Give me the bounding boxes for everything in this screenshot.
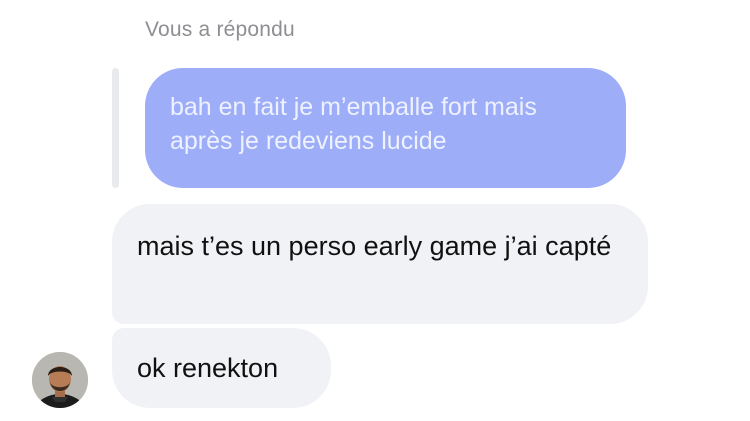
profile-photo-icon [32, 352, 88, 408]
quote-bar [112, 68, 119, 188]
message-thread: Vous a répondu bah en fait je m’emballe … [0, 0, 750, 421]
avatar[interactable] [32, 352, 88, 408]
reply-header: Vous a répondu [145, 18, 295, 41]
quoted-message-bubble[interactable]: bah en fait je m’emballe fort mais après… [145, 68, 626, 188]
message-bubble[interactable]: mais t’es un perso early game j’ai capté [112, 204, 648, 324]
message-bubble[interactable]: ok renekton [112, 328, 331, 408]
